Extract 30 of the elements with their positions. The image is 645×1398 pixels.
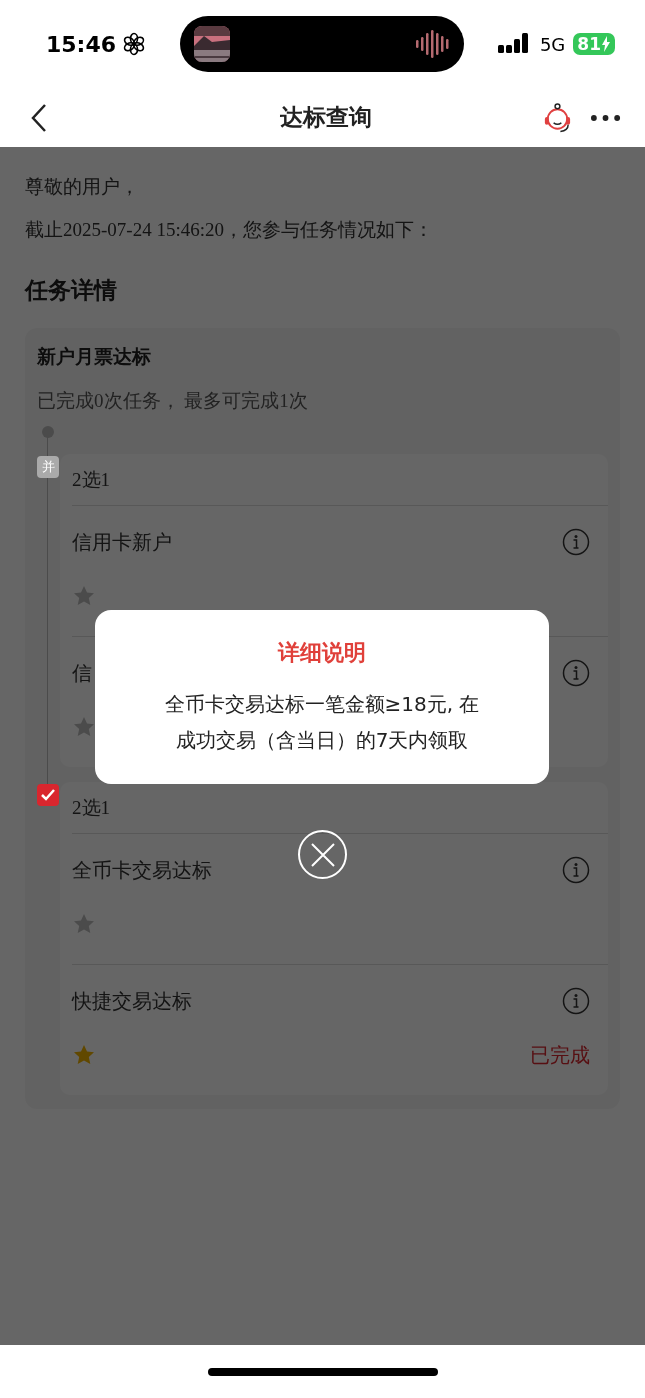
group-header: 2选1 xyxy=(72,454,608,506)
greeting-text: 尊敬的用户， xyxy=(25,174,140,199)
task-summary: 已完成0次任务， 最多可完成1次 xyxy=(37,389,309,413)
close-button[interactable] xyxy=(298,830,347,879)
close-icon[interactable] xyxy=(309,841,336,868)
section-title: 任务详情 xyxy=(25,276,118,305)
task-name: 信 xyxy=(72,659,92,687)
info-icon[interactable] xyxy=(562,528,590,556)
battery-level: 81 xyxy=(577,34,601,54)
status-time: 15:46 xyxy=(46,31,117,57)
group-badge: 并 xyxy=(37,456,59,478)
as-of-text: 截止2025-07-24 15:46:20，您参与任务情况如下： xyxy=(25,218,434,242)
waveform-icon xyxy=(415,29,450,59)
task-status: 已完成 xyxy=(530,1041,590,1069)
page-title: 达标查询 xyxy=(278,103,373,132)
flower-icon xyxy=(122,32,147,56)
dialog-title: 详细说明 xyxy=(278,639,366,667)
back-icon[interactable] xyxy=(30,102,48,133)
info-icon[interactable] xyxy=(562,856,590,884)
charging-bolt-icon xyxy=(601,36,611,52)
task-name: 快捷交易达标 xyxy=(72,987,192,1015)
info-icon[interactable] xyxy=(562,987,590,1015)
task-name: 信用卡新户 xyxy=(72,528,172,556)
network-label: 5G xyxy=(539,33,566,55)
more-icon[interactable] xyxy=(589,113,621,122)
dialog-text: 成功交易（含当日）的7天内领取 xyxy=(175,727,469,754)
task-name: 全币卡交易达标 xyxy=(72,856,212,884)
info-icon[interactable] xyxy=(562,659,590,687)
task-title: 新户月票达标 xyxy=(37,344,152,369)
dialog-text: 全币卡交易达标一笔金额≥18元, 在 xyxy=(164,691,480,718)
